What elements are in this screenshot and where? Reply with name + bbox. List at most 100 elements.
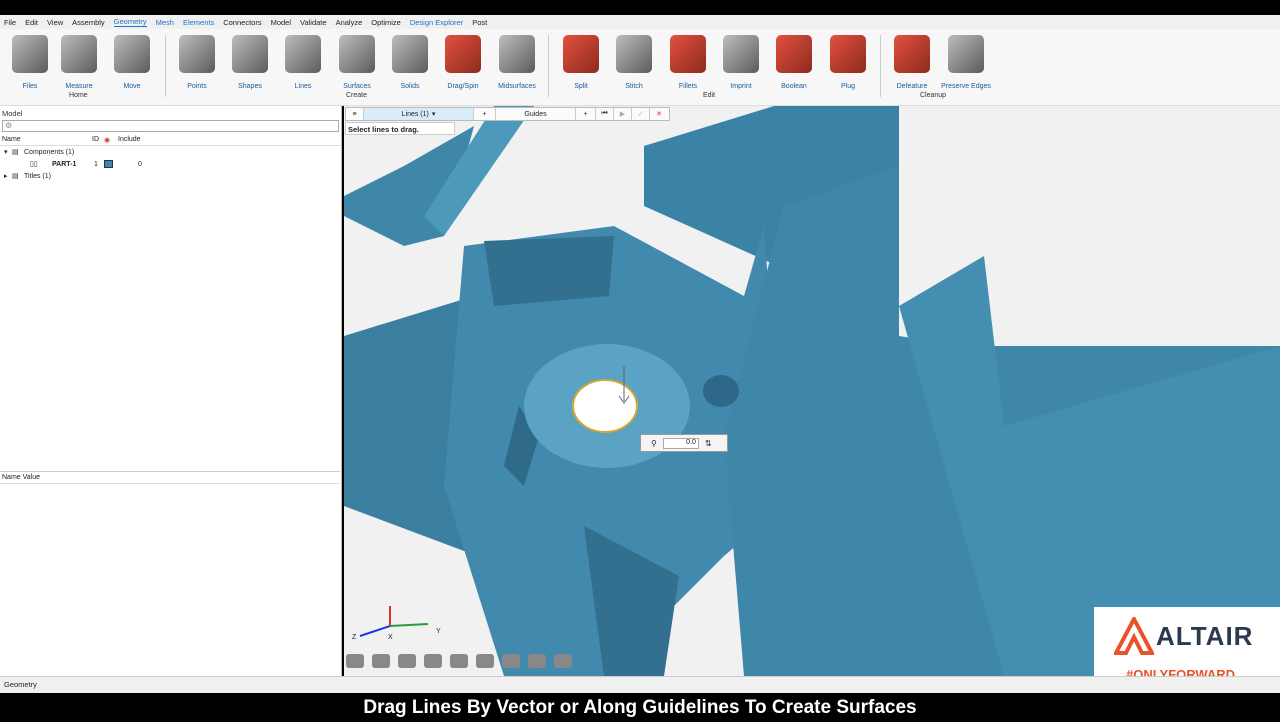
pan-icon[interactable] xyxy=(398,654,416,668)
preserve-edges-icon xyxy=(948,35,984,73)
tool-label: Drag/Spin xyxy=(447,83,479,90)
zoom-icon[interactable] xyxy=(502,654,520,668)
axis-y-label: Y xyxy=(436,628,441,635)
search-input[interactable]: ⚙ xyxy=(2,120,339,132)
menu-edit[interactable]: Edit xyxy=(25,18,38,27)
tool-label: Imprint xyxy=(730,83,752,90)
property-panel: Name Value xyxy=(0,471,340,484)
tool-label: Defeature xyxy=(896,83,928,90)
title-bar xyxy=(0,0,1280,15)
folder-icon: ▤ xyxy=(12,149,19,156)
ribbon-divider xyxy=(165,35,166,97)
tool-move[interactable]: Move xyxy=(106,35,158,90)
tool-drag-spin[interactable]: Drag/Spin xyxy=(437,35,489,90)
tool-stitch[interactable]: Stitch xyxy=(608,35,660,90)
expand-icon[interactable]: ▾ xyxy=(0,148,12,156)
tool-preserve-edges[interactable]: Preserve Edges xyxy=(940,35,992,90)
guides-selector[interactable]: Guides xyxy=(496,108,576,120)
status-text: Geometry xyxy=(4,680,37,689)
tool-measure[interactable]: Measure xyxy=(53,35,105,90)
tool-fillets[interactable]: Fillets xyxy=(662,35,714,90)
check-icon[interactable]: ✓ xyxy=(632,108,650,120)
close-icon[interactable]: ✕ xyxy=(650,108,668,120)
axis-x-label: X xyxy=(388,634,393,641)
menu-elements[interactable]: Elements xyxy=(183,18,214,27)
col-name[interactable]: Name xyxy=(0,136,92,143)
graphics-viewport[interactable] xyxy=(344,106,1280,676)
drag-distance-widget[interactable]: ⚲ 0.0 ⇅ xyxy=(640,434,728,452)
tool-midsurfaces[interactable]: Midsurfaces xyxy=(491,35,543,90)
tool-surfaces[interactable]: Surfaces xyxy=(331,35,383,90)
camera-icon[interactable] xyxy=(372,654,390,668)
tool-lines[interactable]: Lines xyxy=(277,35,329,90)
tool-points[interactable]: Points xyxy=(171,35,223,90)
tool-label: Midsurfaces xyxy=(498,83,536,90)
tree-row-titles[interactable]: ▸ ▤ Titles (1) xyxy=(0,170,341,182)
ribbon-divider xyxy=(548,35,549,97)
tool-plug[interactable]: Plug xyxy=(822,35,874,90)
menu-validate[interactable]: Validate xyxy=(300,18,327,27)
tool-files[interactable]: Files xyxy=(4,35,56,90)
files-icon xyxy=(12,35,48,73)
midsurfaces-icon xyxy=(499,35,535,73)
panel-title: Model xyxy=(2,109,23,118)
add-icon[interactable]: + xyxy=(576,108,596,120)
pin-icon[interactable]: ⚲ xyxy=(651,439,657,448)
tool-label: Measure xyxy=(65,83,93,90)
imprint-icon xyxy=(723,35,759,73)
skip-back-icon[interactable]: ⏮ xyxy=(596,108,614,120)
play-icon[interactable]: ▶ xyxy=(614,108,632,120)
menu-file[interactable]: File xyxy=(4,18,16,27)
lines-selector[interactable]: Lines (1) ▾ xyxy=(364,108,474,120)
tool-solids[interactable]: Solids xyxy=(384,35,436,90)
tool-imprint[interactable]: Imprint xyxy=(715,35,767,90)
selection-hint: Select lines to drag. xyxy=(345,122,455,135)
tool-label: Fillets xyxy=(678,83,698,90)
menu-model[interactable]: Model xyxy=(271,18,291,27)
menu-post[interactable]: Post xyxy=(472,18,487,27)
defeature-icon xyxy=(894,35,930,73)
tree-row-part[interactable]: ▯▯ PART-1 1 0 xyxy=(0,158,341,170)
tool-defeature[interactable]: Defeature xyxy=(886,35,938,90)
gear-icon[interactable]: ⚙ xyxy=(5,121,12,130)
folder-icon: ▤ xyxy=(12,173,19,180)
menu-icon[interactable]: ≡ xyxy=(346,108,364,120)
axis-view-icon[interactable] xyxy=(476,654,494,668)
view-toolbar xyxy=(346,654,580,672)
menu-optimize[interactable]: Optimize xyxy=(371,18,401,27)
tool-label: Solids xyxy=(400,83,420,90)
menu-mesh[interactable]: Mesh xyxy=(156,18,174,27)
rotate-view-icon[interactable] xyxy=(346,654,364,668)
menu-geometry[interactable]: Geometry xyxy=(113,17,147,27)
tool-boolean[interactable]: Boolean xyxy=(768,35,820,90)
shapes-icon xyxy=(232,35,268,73)
col-include[interactable]: Include xyxy=(118,136,141,143)
tree-row-components[interactable]: ▾ ▤ Components (1) xyxy=(0,146,341,158)
cube-view-icon[interactable] xyxy=(424,654,442,668)
group-cleanup-label: Cleanup xyxy=(920,92,947,99)
model-browser-panel: Model ⚙ Name ID ◉ Include ▾ ▤ Components… xyxy=(0,106,342,676)
display-icon[interactable] xyxy=(528,654,546,668)
tool-shapes[interactable]: Shapes xyxy=(224,35,276,90)
part-color-swatch[interactable] xyxy=(104,160,113,168)
expand-icon[interactable]: ▸ xyxy=(0,172,12,180)
section-icon[interactable] xyxy=(450,654,468,668)
part-name: PART-1 xyxy=(52,160,77,168)
add-icon[interactable]: + xyxy=(474,108,496,120)
menu-connectors[interactable]: Connectors xyxy=(223,18,261,27)
group-edit-label: Edit xyxy=(703,92,716,99)
menu-analyze[interactable]: Analyze xyxy=(336,18,363,27)
menu-design-explorer[interactable]: Design Explorer xyxy=(410,18,463,27)
distance-input[interactable]: 0.0 xyxy=(662,437,699,449)
component-icon: ▯▯ xyxy=(30,161,38,168)
tool-label: Points xyxy=(187,83,207,90)
group-create-label: Create xyxy=(346,92,368,99)
part-id: 1 xyxy=(94,160,98,168)
tool-split[interactable]: Split xyxy=(555,35,607,90)
menu-view[interactable]: View xyxy=(47,18,63,27)
col-id[interactable]: ID xyxy=(92,136,104,143)
name-value-header: Name Value xyxy=(0,472,340,484)
axis-icon[interactable]: ⇅ xyxy=(705,439,712,448)
menu-assembly[interactable]: Assembly xyxy=(72,18,105,27)
settings-icon[interactable] xyxy=(554,654,572,668)
